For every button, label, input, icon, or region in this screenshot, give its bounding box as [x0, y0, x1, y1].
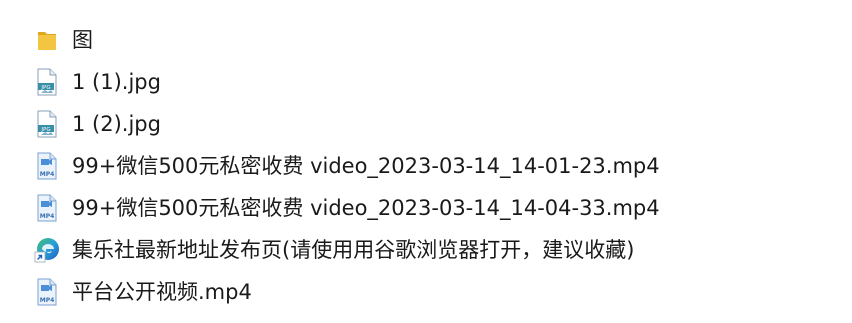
- svg-text:MP4: MP4: [40, 171, 55, 178]
- mp4-file-icon: MP4: [33, 277, 61, 307]
- svg-text:JPG: JPG: [40, 85, 50, 91]
- file-row-mp4[interactable]: MP4 99+微信500元私密收费 video_2023-03-14_14-04…: [0, 187, 852, 229]
- file-row-jpg[interactable]: JPG 1 (1).jpg: [0, 61, 852, 103]
- file-name: 99+微信500元私密收费 video_2023-03-14_14-01-23.…: [72, 153, 660, 178]
- file-list: 图 JPG 1 (1).jpg JPG 1 (2).jpg MP4 99+微信5…: [0, 0, 852, 323]
- mp4-file-icon: MP4: [33, 151, 61, 181]
- file-name: 图: [72, 27, 93, 52]
- svg-text:MP4: MP4: [40, 213, 55, 220]
- svg-text:MP4: MP4: [40, 297, 55, 304]
- file-row-jpg[interactable]: JPG 1 (2).jpg: [0, 103, 852, 145]
- file-row-folder[interactable]: 图: [0, 19, 852, 61]
- file-name: 集乐社最新地址发布页(请使用用谷歌浏览器打开，建议收藏): [72, 237, 635, 262]
- file-row-shortcut[interactable]: 集乐社最新地址发布页(请使用用谷歌浏览器打开，建议收藏): [0, 229, 852, 271]
- folder-icon: [33, 25, 61, 55]
- file-name: 99+微信500元私密收费 video_2023-03-14_14-04-33.…: [72, 195, 660, 220]
- svg-text:JPG: JPG: [40, 127, 50, 133]
- edge-shortcut-icon: [33, 235, 61, 265]
- file-name: 平台公开视频.mp4: [72, 279, 252, 304]
- file-name: 1 (1).jpg: [72, 69, 161, 94]
- jpg-file-icon: JPG: [33, 67, 61, 97]
- file-row-mp4[interactable]: MP4 99+微信500元私密收费 video_2023-03-14_14-01…: [0, 145, 852, 187]
- file-name: 1 (2).jpg: [72, 111, 161, 136]
- file-row-mp4[interactable]: MP4 平台公开视频.mp4: [0, 271, 852, 313]
- mp4-file-icon: MP4: [33, 193, 61, 223]
- jpg-file-icon: JPG: [33, 109, 61, 139]
